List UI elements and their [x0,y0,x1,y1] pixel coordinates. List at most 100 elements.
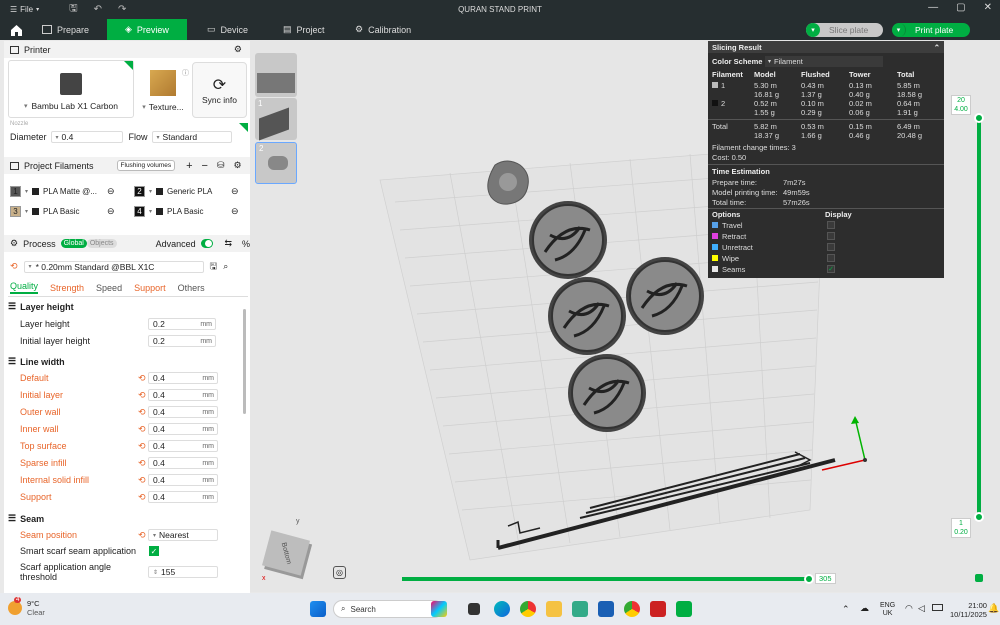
moves-slider-handle[interactable] [804,574,814,584]
line-width-input[interactable]: 0.4 mm [148,440,218,452]
home-button[interactable] [0,19,32,40]
remove-filament-icon[interactable]: ⊖ [231,206,239,217]
notifications-icon[interactable]: 🔔 [988,603,999,614]
plate-thumbnail-2[interactable]: 2 [255,142,297,184]
line-width-input[interactable]: 0.4 mm [148,457,218,469]
gear-icon[interactable]: ⚙ [234,160,242,171]
gear-icon[interactable]: ⚙ [234,44,242,55]
chrome-icon[interactable] [520,601,536,617]
filament-item[interactable]: 2 ▾ Generic PLA ⊖ [134,186,250,197]
tab-prepare[interactable]: Prepare [32,19,107,40]
line-width-input[interactable]: 0.4 mm [148,389,218,401]
sidebar-scrollbar[interactable] [243,309,246,414]
layer-slider-bottom-handle[interactable] [974,512,984,522]
start-icon[interactable] [310,601,326,617]
tab-support[interactable]: Support [134,283,166,293]
clock[interactable]: 21:00 10/11/2025 [950,601,987,619]
search-icon[interactable]: ⌕ [223,261,228,272]
remove-filament-icon[interactable]: ⊖ [107,186,115,197]
tab-calibration[interactable]: ⚙ Calibration [339,19,429,40]
layer-slider-track[interactable] [977,118,981,518]
compare-icon[interactable]: ⇆ [224,238,232,249]
plate-card[interactable]: ▾ Texture... ⓘ [137,60,189,118]
line-width-input[interactable]: 0.4 mm [148,372,218,384]
save-preset-icon[interactable]: 🖫 [210,259,218,275]
undo-icon[interactable]: ↶ [94,4,102,15]
remove-filament-icon[interactable]: ⊖ [107,206,115,217]
display-checkbox[interactable]: ✓ [827,265,835,273]
filament-item[interactable]: 4 ▾ PLA Basic ⊖ [134,206,250,217]
add-icon[interactable]: + [186,160,192,172]
office-icon[interactable] [650,601,666,617]
display-checkbox[interactable] [827,221,835,229]
language-indicator[interactable]: ENG UK [880,602,895,618]
layers-stack-icon[interactable] [975,574,983,582]
moves-slider-track[interactable] [402,577,808,581]
reset-icon[interactable]: ⟲ [138,407,148,418]
printer-card[interactable]: ▾ Bambu Lab X1 Carbon [8,60,134,118]
battery-icon[interactable] [932,604,943,611]
reset-icon[interactable]: ⟲ [138,492,148,503]
filament-item[interactable]: 1 ▾ PLA Matte @... ⊖ [10,186,126,197]
global-toggle[interactable]: Global [60,239,87,248]
close-icon[interactable]: ✕ [984,2,992,13]
display-checkbox[interactable] [827,243,835,251]
scarf-angle-input[interactable]: ⇕ 155 [148,566,218,578]
remove-filament-icon[interactable]: ⊖ [231,186,239,197]
weather-widget[interactable]: 4 9°C Clear [8,597,45,617]
minimize-icon[interactable]: — [928,2,938,13]
line-width-input[interactable]: 0.4 mm [148,423,218,435]
collapse-icon[interactable]: ⌃ [934,43,940,52]
app-icon[interactable] [598,601,614,617]
display-checkbox[interactable] [827,232,835,240]
edge-icon[interactable] [494,601,510,617]
explorer-icon[interactable] [546,601,562,617]
initial-layer-height-input[interactable]: 0.2 mm [148,335,216,347]
reset-icon[interactable]: ⟲ [138,458,148,469]
volume-icon[interactable]: ◁ [918,603,925,614]
flushing-volumes-button[interactable]: Flushing volumes [116,160,176,171]
reset-icon[interactable]: ⟲ [138,373,148,384]
search-box[interactable]: ⌕ Search [333,600,443,618]
maximize-icon[interactable]: ▢ [956,2,965,13]
save-icon[interactable]: 🖫 [69,1,78,18]
reset-icon[interactable]: ⟲ [138,475,148,486]
taskview-icon[interactable] [468,603,480,615]
store-icon[interactable] [572,601,588,617]
smart-scarf-checkbox[interactable]: ✓ [149,546,159,556]
color-scheme-select[interactable]: ▾ Filament [765,56,883,67]
plate-thumbnail-1[interactable]: 1 [255,98,297,141]
objects-toggle[interactable]: Objects [86,239,117,248]
display-checkbox[interactable] [827,254,835,262]
wifi-icon[interactable]: ◠ [905,603,913,614]
bambu-icon[interactable] [676,601,692,617]
line-width-input[interactable]: 0.4 mm [148,491,218,503]
tab-project[interactable]: ▤ Project [267,19,339,40]
tab-speed[interactable]: Speed [96,283,122,293]
reset-icon[interactable]: ⟲ [138,441,148,452]
file-menu[interactable]: ☰ File ▾ [10,5,39,14]
chevron-up-icon[interactable]: ⌃ [842,604,850,615]
info-icon[interactable]: ⓘ [182,68,189,78]
stepper-icon[interactable]: ⇕ [153,569,158,576]
print-plate-button[interactable]: ▾ Print plate [892,23,970,37]
reset-icon[interactable]: ⟲ [138,424,148,435]
tab-device[interactable]: ▭ Device [187,19,267,40]
layer-slider-top-handle[interactable] [974,113,984,123]
advanced-switch[interactable] [200,239,214,248]
reset-icon[interactable]: ⟲ [138,530,148,541]
reset-icon[interactable]: ⟲ [10,261,18,272]
auto-assign-icon[interactable]: ⛁ [217,160,225,171]
plate-thumbnail-0[interactable] [255,53,297,97]
redo-icon[interactable]: ↷ [118,4,126,15]
widgets-icon[interactable] [431,601,447,617]
reset-icon[interactable]: ⟲ [138,390,148,401]
diameter-select[interactable]: ▾ 0.4 [50,131,123,143]
tab-preview[interactable]: ◈ Preview [107,19,187,40]
tab-strength[interactable]: Strength [50,283,84,293]
cloud-icon[interactable]: ☁ [860,603,869,614]
sync-info-button[interactable]: ⟳ Sync info [192,62,247,118]
chrome2-icon[interactable] [624,601,640,617]
layer-height-input[interactable]: 0.2 mm [148,318,216,330]
line-width-input[interactable]: 0.4 mm [148,406,218,418]
